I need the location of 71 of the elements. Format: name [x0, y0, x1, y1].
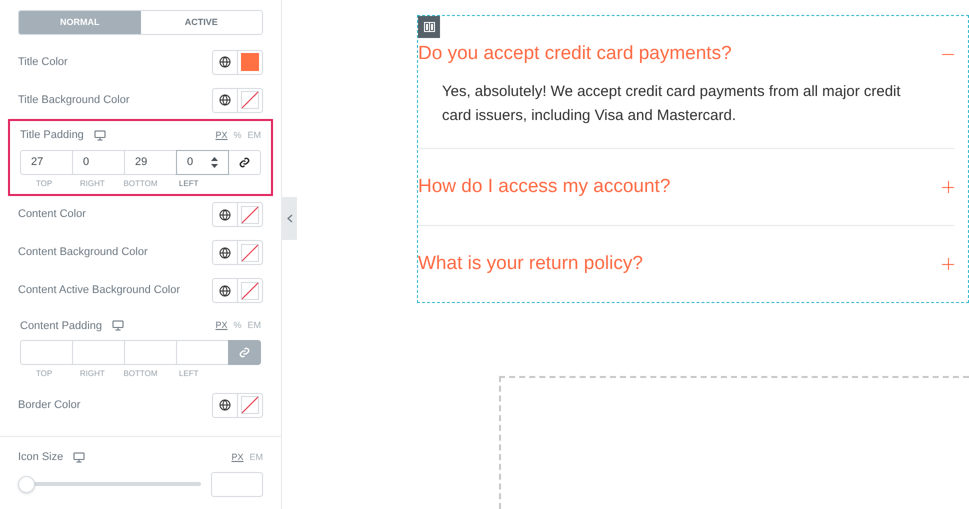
field-caption: LEFT [178, 368, 198, 380]
no-color-icon [241, 244, 259, 262]
field-caption: TOP [36, 178, 52, 190]
color-picker[interactable] [212, 240, 263, 265]
link-icon [239, 347, 250, 358]
accordion-content: Yes, absolutely! We accept credit card payments from all major credit card issuers, including Visa and Mastercard. [441, 82, 902, 126]
field-caption: RIGHT [80, 178, 105, 190]
number-input[interactable] [20, 340, 73, 365]
control-label: Title Padding [20, 128, 84, 143]
collapse-panel-button[interactable] [282, 197, 297, 240]
slider-thumb[interactable] [18, 476, 35, 492]
globe-icon [219, 399, 231, 411]
unit-option[interactable]: EM [248, 128, 261, 142]
number-input[interactable] [124, 340, 177, 365]
accordion-title[interactable]: What is your return policy? [418, 250, 643, 278]
color-picker[interactable] [212, 88, 263, 112]
color-picker[interactable] [212, 50, 263, 74]
unit-option[interactable]: PX [215, 128, 228, 142]
accordion-widget[interactable] [417, 15, 969, 303]
edit-handle[interactable] [418, 16, 440, 38]
slider[interactable] [18, 476, 201, 492]
globe-icon [219, 56, 231, 68]
no-color-icon [241, 282, 259, 300]
field-caption: BOTTOM [123, 178, 158, 190]
field-caption: RIGHT [80, 368, 105, 380]
globe-icon [219, 94, 231, 106]
link-icon [239, 156, 250, 168]
no-color-icon [241, 91, 259, 109]
chevron-left-icon [286, 214, 292, 223]
unit-option[interactable]: PX [231, 450, 244, 464]
globe-icon [219, 208, 231, 220]
color-picker[interactable] [212, 392, 263, 418]
monitor-icon [73, 452, 86, 463]
globe-icon [219, 284, 231, 296]
color-picker[interactable] [212, 278, 263, 303]
number-input[interactable] [72, 340, 125, 365]
unit-option[interactable]: PX [215, 319, 228, 332]
number-input[interactable] [211, 472, 263, 496]
plus-icon[interactable] [942, 181, 954, 193]
control-label: Title Color [18, 54, 68, 70]
unit-option[interactable]: EM [250, 450, 263, 464]
number-input[interactable]: 0 [72, 150, 125, 174]
control-label: Icon Size [18, 450, 64, 465]
unit-option[interactable]: % [233, 128, 242, 142]
number-input[interactable]: 29 [124, 150, 177, 174]
field-caption: LEFT [178, 178, 198, 190]
control-label: Border Color [18, 398, 80, 413]
accordion-title[interactable]: Do you accept credit card payments? [418, 40, 732, 68]
monitor-icon [94, 130, 106, 141]
no-color-icon [241, 206, 259, 224]
number-input[interactable]: 0 [176, 150, 229, 174]
plus-icon[interactable] [942, 258, 954, 270]
field-caption: TOP [36, 368, 52, 380]
control-label: Title Background Color [18, 92, 130, 108]
control-label: Content Padding [20, 318, 102, 334]
unit-option[interactable]: EM [248, 319, 261, 332]
field-caption: BOTTOM [123, 368, 158, 380]
globe-icon [219, 246, 231, 258]
monitor-icon [112, 320, 124, 332]
control-label: Content Active Background Color [18, 283, 180, 298]
link-values-button[interactable] [228, 150, 261, 174]
control-label: Content Color [18, 207, 86, 222]
spinner-icon[interactable] [211, 156, 218, 168]
number-input[interactable]: 27 [20, 150, 73, 174]
unit-option[interactable]: % [233, 319, 242, 332]
columns-icon [424, 22, 434, 32]
no-color-icon [241, 396, 259, 414]
accordion-title[interactable]: How do I access my account? [418, 172, 670, 202]
state-tab[interactable]: NORMAL [19, 11, 140, 34]
color-picker[interactable] [212, 202, 263, 227]
control-label: Content Background Color [18, 245, 148, 260]
